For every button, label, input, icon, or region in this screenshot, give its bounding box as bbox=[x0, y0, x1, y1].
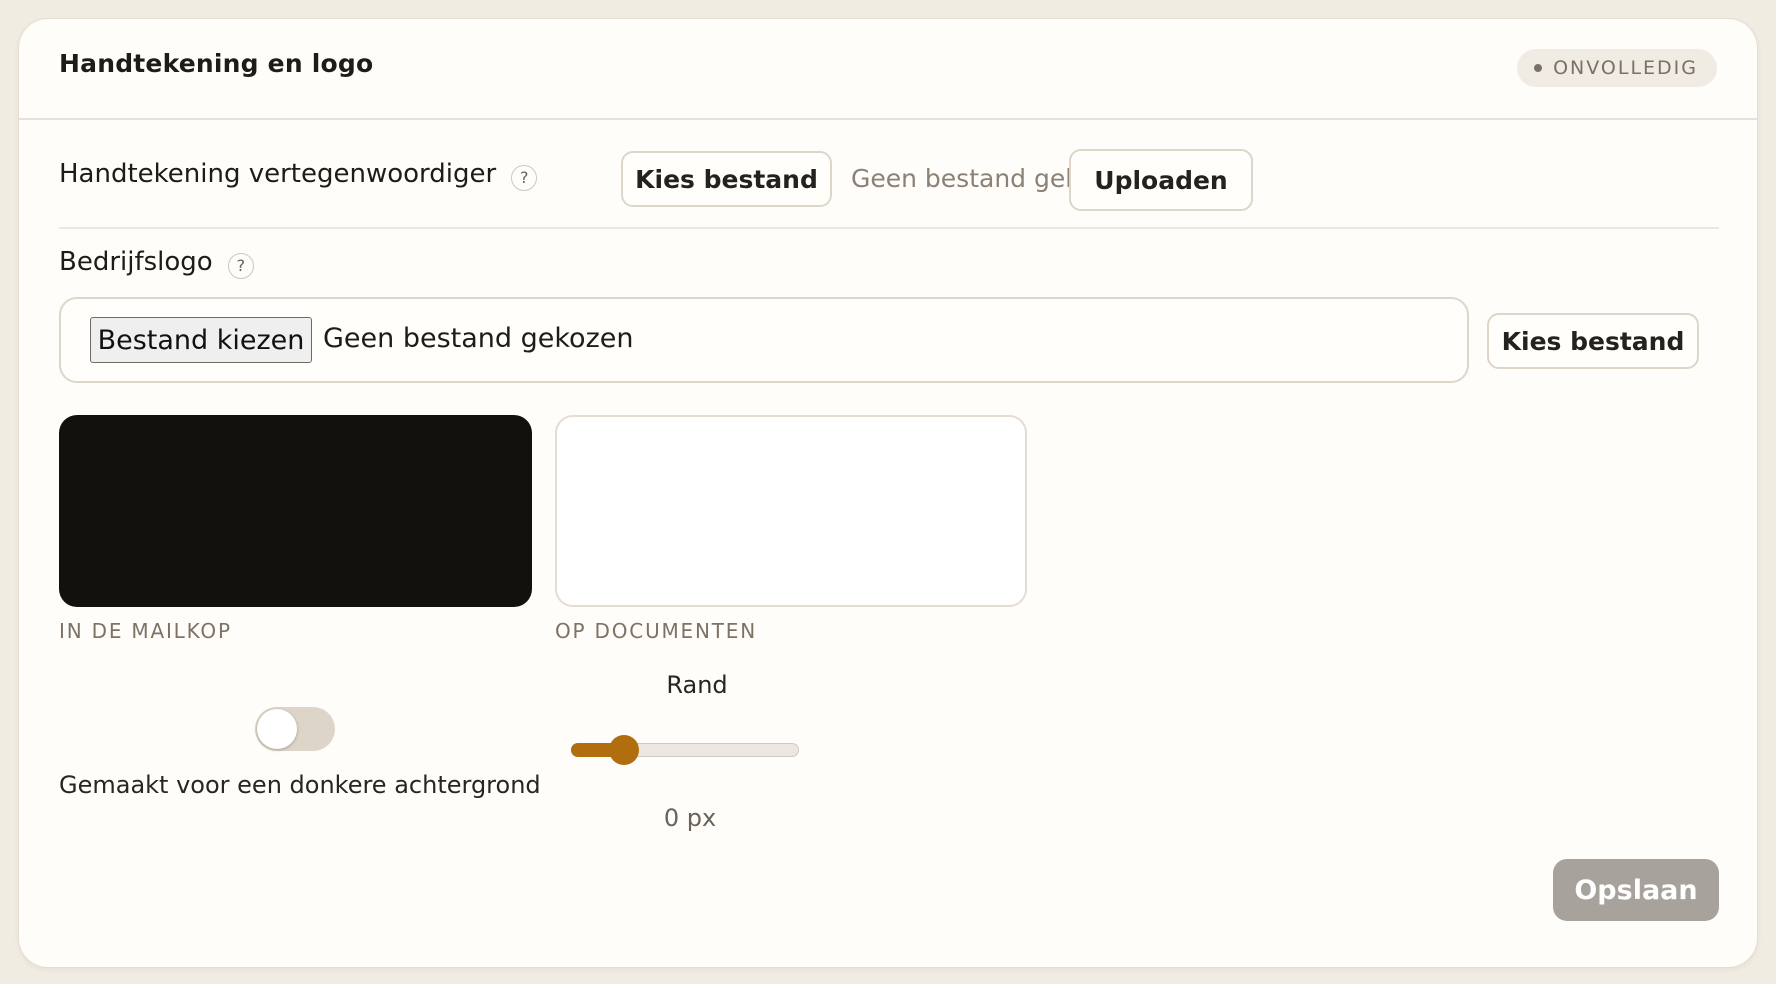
signature-label: Handtekening vertegenwoordiger bbox=[59, 159, 497, 189]
status-badge-label: ONVOLLEDIG bbox=[1553, 57, 1698, 79]
status-badge: ONVOLLEDIG bbox=[1517, 49, 1717, 87]
logo-native-choose-button[interactable]: Bestand kiezen bbox=[90, 317, 312, 363]
documents-preview bbox=[555, 415, 1027, 607]
toggle-knob bbox=[257, 709, 297, 749]
logo-file-input[interactable]: Bestand kiezen Geen bestand gekozen bbox=[59, 297, 1469, 383]
border-slider-thumb[interactable] bbox=[608, 735, 639, 765]
signature-logo-card: Handtekening en logo ONVOLLEDIG Handteke… bbox=[18, 18, 1758, 968]
mail-header-caption: IN DE MAILKOP bbox=[59, 619, 232, 643]
logo-label: Bedrijfslogo bbox=[59, 247, 213, 277]
border-value: 0 px bbox=[663, 804, 717, 832]
logo-native-file-status: Geen bestand gekozen bbox=[323, 323, 634, 354]
documents-caption: OP DOCUMENTEN bbox=[555, 619, 757, 643]
signature-choose-file-button[interactable]: Kies bestand bbox=[621, 151, 832, 207]
card-header: Handtekening en logo ONVOLLEDIG bbox=[19, 19, 1757, 120]
signature-label-group: Handtekening vertegenwoordiger ? bbox=[59, 159, 538, 191]
save-button[interactable]: Opslaan bbox=[1553, 859, 1719, 921]
status-dot-icon bbox=[1534, 64, 1543, 72]
card-title: Handtekening en logo bbox=[59, 49, 374, 78]
signature-row: Handtekening vertegenwoordiger ? Kies be… bbox=[59, 131, 1719, 229]
signature-upload-button[interactable]: Uploaden bbox=[1069, 149, 1253, 211]
logo-label-group: Bedrijfslogo ? bbox=[59, 247, 254, 279]
logo-choose-file-button[interactable]: Kies bestand bbox=[1487, 313, 1699, 369]
logo-help-icon[interactable]: ? bbox=[227, 252, 254, 279]
signature-help-icon[interactable]: ? bbox=[511, 164, 538, 191]
dark-background-toggle[interactable] bbox=[255, 707, 335, 751]
dark-background-label: Gemaakt voor een donkere achtergrond bbox=[59, 771, 541, 799]
border-label: Rand bbox=[666, 671, 728, 699]
mail-header-preview bbox=[59, 415, 532, 607]
